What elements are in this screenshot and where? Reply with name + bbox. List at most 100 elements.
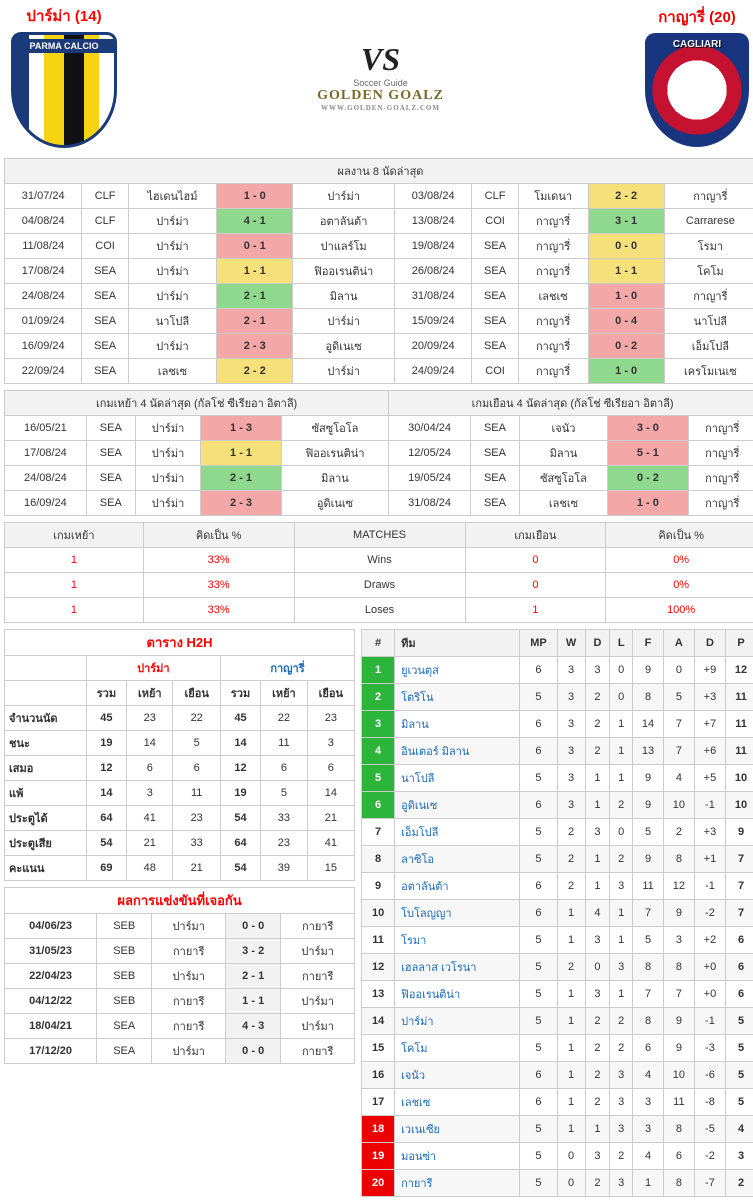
team-cell[interactable]: โตริโน xyxy=(395,684,520,711)
home-cell: เลชเซ xyxy=(518,284,588,309)
away-cell: โรมา xyxy=(664,234,753,259)
standing-row: 9อตาลันต้า62131112-17 xyxy=(362,873,753,900)
standing-row: 17เลชเซ6123311-85 xyxy=(362,1089,753,1116)
comp-cell: SEA xyxy=(472,234,518,259)
home-cell: เจนัว xyxy=(519,416,607,441)
team-cell[interactable]: เจนัว xyxy=(395,1062,520,1089)
date-cell: 31/07/24 xyxy=(5,184,82,209)
team-cell[interactable]: เวเนเซีย xyxy=(395,1116,520,1143)
comp-cell: SEA xyxy=(472,309,518,334)
home-cell: ปาร์ม่า xyxy=(128,284,216,309)
rank-cell: 16 xyxy=(362,1062,395,1089)
date-cell: 19/08/24 xyxy=(394,234,471,259)
summary-head-pct1: คิดเป็น % xyxy=(143,523,294,548)
score-cell: 2 - 2 xyxy=(588,184,664,209)
team-cell[interactable]: ลาซิโอ xyxy=(395,846,520,873)
team-cell[interactable]: โบโลญญา xyxy=(395,900,520,927)
team-cell[interactable]: กายารี xyxy=(395,1170,520,1197)
comp-cell: SEA xyxy=(471,491,520,516)
date-cell: 26/08/24 xyxy=(394,259,471,284)
standing-row: 7เอ็มโปลี523052+39 xyxy=(362,819,753,846)
away-cell: เครโมเนเซ xyxy=(664,359,753,384)
meetings-title: ผลการแข่งขันที่เจอกัน xyxy=(5,888,355,914)
score-cell: 0 - 2 xyxy=(588,334,664,359)
score-cell: 5 - 1 xyxy=(608,441,689,466)
result-row: 16/05/21SEAปาร์ม่า1 - 3ซัสซูโอโล30/04/24… xyxy=(5,416,753,441)
date-cell: 03/08/24 xyxy=(394,184,471,209)
result-row: 11/08/24COIปาร์ม่า0 - 1ปาแลร์โม19/08/24S… xyxy=(5,234,753,259)
team-cell[interactable]: อตาลันต้า xyxy=(395,873,520,900)
last4-home-title: เกมเหย้า 4 นัดล่าสุด (กัลโช่ ซีเรียอา อิ… xyxy=(5,391,389,416)
date-cell: 04/08/24 xyxy=(5,209,82,234)
team-cell[interactable]: นาโปลี xyxy=(395,765,520,792)
score-cell: 1 - 1 xyxy=(201,441,282,466)
date-cell: 24/09/24 xyxy=(394,359,471,384)
home-cell: ซัสซูโอโล xyxy=(519,466,607,491)
team-cell[interactable]: อินเตอร์ มิลาน xyxy=(395,738,520,765)
h2h-row: เสมอ12661266 xyxy=(5,756,355,781)
team-cell[interactable]: ปาร์ม่า xyxy=(395,1008,520,1035)
home-cell: เลชเซ xyxy=(128,359,216,384)
home-cell: กาญารี่ xyxy=(518,209,588,234)
team-cell[interactable]: มอนซ่า xyxy=(395,1143,520,1170)
comp-cell: SEA xyxy=(82,309,128,334)
away-cell: ปาร์ม่า xyxy=(293,359,395,384)
h2h-title: ตาราง H2H xyxy=(5,630,355,656)
team-cell[interactable]: ฟิออเรนติน่า xyxy=(395,981,520,1008)
standing-row: 15โคโม512269-35 xyxy=(362,1035,753,1062)
home-team-block: ปาร์ม่า (14) PARMA CALCIO xyxy=(4,4,124,148)
summary-head-home: เกมเหย้า xyxy=(5,523,144,548)
date-cell: 24/08/24 xyxy=(5,466,87,491)
team-cell[interactable]: โคโม xyxy=(395,1035,520,1062)
team-cell[interactable]: มิลาน xyxy=(395,711,520,738)
standing-row: 1ยูเวนตุส633090+912 xyxy=(362,657,753,684)
away-cell: อตาลันต้า xyxy=(293,209,395,234)
rank-cell: 11 xyxy=(362,927,395,954)
date-cell: 31/08/24 xyxy=(389,491,471,516)
date-cell: 16/09/24 xyxy=(5,491,87,516)
home-cell: ปาร์ม่า xyxy=(128,259,216,284)
rank-cell: 10 xyxy=(362,900,395,927)
date-cell: 22/09/24 xyxy=(5,359,82,384)
h2h-row: คะแนน694821543915 xyxy=(5,856,355,881)
comp-cell: SEA xyxy=(472,334,518,359)
comp-cell: SEA xyxy=(471,416,520,441)
team-cell[interactable]: เฮลลาส เวโรนา xyxy=(395,954,520,981)
score-cell: 1 - 1 xyxy=(588,259,664,284)
away-cell: ฟิออเรนติน่า xyxy=(293,259,395,284)
team-cell[interactable]: อูดิเนเซ xyxy=(395,792,520,819)
score-cell: 1 - 0 xyxy=(588,359,664,384)
score-cell: 3 - 0 xyxy=(608,416,689,441)
home-cell: เลชเซ xyxy=(519,491,607,516)
rank-cell: 5 xyxy=(362,765,395,792)
comp-cell: SEA xyxy=(86,441,135,466)
away-cell: ฟิออเรนติน่า xyxy=(281,441,388,466)
comp-cell: SEA xyxy=(82,259,128,284)
score-cell: 2 - 2 xyxy=(217,359,293,384)
result-row: 04/08/24CLFปาร์ม่า4 - 1อตาลันต้า13/08/24… xyxy=(5,209,753,234)
team-cell[interactable]: ยูเวนตุส xyxy=(395,657,520,684)
date-cell: 17/08/24 xyxy=(5,441,87,466)
standing-row: 20กายารี502318-72 xyxy=(362,1170,753,1197)
vs-block: VS Soccer Guide GOLDEN GOALZWWW.GOLDEN-G… xyxy=(124,41,637,112)
standing-row: 12เฮลลาส เวโรนา520388+06 xyxy=(362,954,753,981)
rank-cell: 4 xyxy=(362,738,395,765)
rank-cell: 7 xyxy=(362,819,395,846)
team-cell[interactable]: โรมา xyxy=(395,927,520,954)
comp-cell: SEA xyxy=(82,334,128,359)
rank-cell: 14 xyxy=(362,1008,395,1035)
rank-cell: 6 xyxy=(362,792,395,819)
date-cell: 24/08/24 xyxy=(5,284,82,309)
h2h-away: กาญารี่ xyxy=(220,656,354,681)
score-cell: 4 - 1 xyxy=(217,209,293,234)
score-cell: 1 - 0 xyxy=(588,284,664,309)
rank-cell: 1 xyxy=(362,657,395,684)
away-cell: กาญารี่ xyxy=(688,441,753,466)
team-cell[interactable]: เลชเซ xyxy=(395,1089,520,1116)
date-cell: 19/05/24 xyxy=(389,466,471,491)
summary-table: เกมเหย้า คิดเป็น % MATCHES เกมเยือน คิดเ… xyxy=(4,522,753,623)
team-cell[interactable]: เอ็มโปลี xyxy=(395,819,520,846)
standing-row: 11โรมา513153+26 xyxy=(362,927,753,954)
away-cell: กาญารี่ xyxy=(664,284,753,309)
score-cell: 2 - 3 xyxy=(201,491,282,516)
